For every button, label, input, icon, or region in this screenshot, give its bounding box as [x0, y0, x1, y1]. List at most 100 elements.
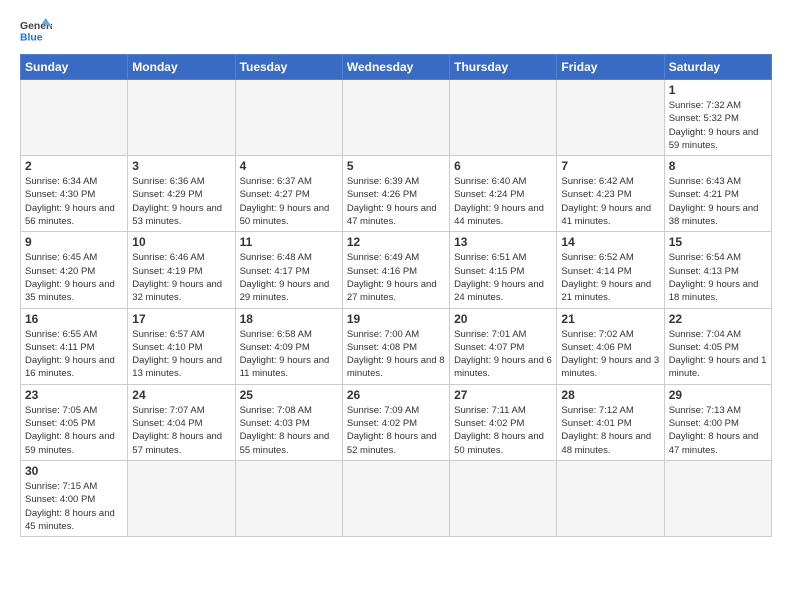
day-number: 2: [25, 159, 123, 173]
calendar-day-cell: [21, 80, 128, 156]
calendar-day-cell: 4 Sunrise: 6:37 AM Sunset: 4:27 PM Daylig…: [235, 156, 342, 232]
calendar-day-cell: [342, 460, 449, 536]
day-info: Sunrise: 7:13 AM Sunset: 4:00 PM Dayligh…: [669, 404, 767, 457]
day-info: Sunrise: 7:04 AM Sunset: 4:05 PM Dayligh…: [669, 328, 767, 381]
calendar-col-header: Saturday: [664, 55, 771, 80]
calendar-day-cell: 14 Sunrise: 6:52 AM Sunset: 4:14 PM Dayli…: [557, 232, 664, 308]
day-info: Sunrise: 6:48 AM Sunset: 4:17 PM Dayligh…: [240, 251, 338, 304]
day-number: 4: [240, 159, 338, 173]
day-info: Sunrise: 7:15 AM Sunset: 4:00 PM Dayligh…: [25, 480, 123, 533]
svg-text:Blue: Blue: [20, 32, 43, 43]
calendar-day-cell: 2 Sunrise: 6:34 AM Sunset: 4:30 PM Daylig…: [21, 156, 128, 232]
calendar-week-row: 1Sunrise: 7:32 AM Sunset: 5:32 PM Daylig…: [21, 80, 772, 156]
generalblue-logo-icon: General Blue: [20, 16, 52, 44]
day-number: 14: [561, 235, 659, 249]
day-number: 25: [240, 388, 338, 402]
calendar-day-cell: 11Sunrise: 6:48 AM Sunset: 4:17 PM Dayli…: [235, 232, 342, 308]
day-info: Sunrise: 6:39 AM Sunset: 4:26 PM Dayligh…: [347, 175, 445, 228]
calendar-day-cell: 15 Sunrise: 6:54 AM Sunset: 4:13 PM Dayli…: [664, 232, 771, 308]
calendar-day-cell: [128, 80, 235, 156]
calendar-day-cell: 22 Sunrise: 7:04 AM Sunset: 4:05 PM Dayli…: [664, 308, 771, 384]
day-info: Sunrise: 7:00 AM Sunset: 4:08 PM Dayligh…: [347, 328, 445, 381]
calendar-col-header: Tuesday: [235, 55, 342, 80]
day-number: 5: [347, 159, 445, 173]
calendar-day-cell: 12Sunrise: 6:49 AM Sunset: 4:16 PM Dayli…: [342, 232, 449, 308]
calendar-week-row: 16Sunrise: 6:55 AM Sunset: 4:11 PM Dayli…: [21, 308, 772, 384]
calendar-header-row: SundayMondayTuesdayWednesdayThursdayFrid…: [21, 55, 772, 80]
day-info: Sunrise: 7:11 AM Sunset: 4:02 PM Dayligh…: [454, 404, 552, 457]
day-info: Sunrise: 6:36 AM Sunset: 4:29 PM Dayligh…: [132, 175, 230, 228]
calendar-day-cell: 19 Sunrise: 7:00 AM Sunset: 4:08 PM Dayli…: [342, 308, 449, 384]
day-number: 22: [669, 312, 767, 326]
calendar-day-cell: 8 Sunrise: 6:43 AM Sunset: 4:21 PM Daylig…: [664, 156, 771, 232]
day-number: 19: [347, 312, 445, 326]
calendar-day-cell: 3 Sunrise: 6:36 AM Sunset: 4:29 PM Daylig…: [128, 156, 235, 232]
day-info: Sunrise: 7:32 AM Sunset: 5:32 PM Dayligh…: [669, 99, 767, 152]
calendar-day-cell: [664, 460, 771, 536]
day-number: 24: [132, 388, 230, 402]
day-number: 21: [561, 312, 659, 326]
calendar-day-cell: [557, 460, 664, 536]
day-info: Sunrise: 7:08 AM Sunset: 4:03 PM Dayligh…: [240, 404, 338, 457]
calendar-day-cell: 7Sunrise: 6:42 AM Sunset: 4:23 PM Daylig…: [557, 156, 664, 232]
calendar-day-cell: 18Sunrise: 6:58 AM Sunset: 4:09 PM Dayli…: [235, 308, 342, 384]
calendar-table: SundayMondayTuesdayWednesdayThursdayFrid…: [20, 54, 772, 537]
calendar-day-cell: 25 Sunrise: 7:08 AM Sunset: 4:03 PM Dayli…: [235, 384, 342, 460]
calendar-day-cell: [128, 460, 235, 536]
calendar-day-cell: 24 Sunrise: 7:07 AM Sunset: 4:04 PM Dayli…: [128, 384, 235, 460]
day-number: 6: [454, 159, 552, 173]
calendar-col-header: Thursday: [450, 55, 557, 80]
calendar-day-cell: [235, 460, 342, 536]
page: General Blue SundayMondayTuesdayWednesda…: [0, 0, 792, 612]
calendar-week-row: 23Sunrise: 7:05 AM Sunset: 4:05 PM Dayli…: [21, 384, 772, 460]
calendar-week-row: 9Sunrise: 6:45 AM Sunset: 4:20 PM Daylig…: [21, 232, 772, 308]
day-info: Sunrise: 7:07 AM Sunset: 4:04 PM Dayligh…: [132, 404, 230, 457]
calendar-day-cell: 20 Sunrise: 7:01 AM Sunset: 4:07 PM Dayli…: [450, 308, 557, 384]
calendar-col-header: Friday: [557, 55, 664, 80]
calendar-col-header: Sunday: [21, 55, 128, 80]
day-info: Sunrise: 6:45 AM Sunset: 4:20 PM Dayligh…: [25, 251, 123, 304]
day-info: Sunrise: 6:40 AM Sunset: 4:24 PM Dayligh…: [454, 175, 552, 228]
calendar-day-cell: [557, 80, 664, 156]
day-number: 8: [669, 159, 767, 173]
calendar-day-cell: 13Sunrise: 6:51 AM Sunset: 4:15 PM Dayli…: [450, 232, 557, 308]
day-number: 27: [454, 388, 552, 402]
calendar-day-cell: 30 Sunrise: 7:15 AM Sunset: 4:00 PM Dayli…: [21, 460, 128, 536]
day-number: 20: [454, 312, 552, 326]
day-number: 13: [454, 235, 552, 249]
day-info: Sunrise: 6:37 AM Sunset: 4:27 PM Dayligh…: [240, 175, 338, 228]
calendar-day-cell: 9Sunrise: 6:45 AM Sunset: 4:20 PM Daylig…: [21, 232, 128, 308]
day-number: 26: [347, 388, 445, 402]
calendar-col-header: Monday: [128, 55, 235, 80]
day-number: 7: [561, 159, 659, 173]
calendar-day-cell: 21 Sunrise: 7:02 AM Sunset: 4:06 PM Dayli…: [557, 308, 664, 384]
day-number: 10: [132, 235, 230, 249]
day-number: 17: [132, 312, 230, 326]
day-info: Sunrise: 6:43 AM Sunset: 4:21 PM Dayligh…: [669, 175, 767, 228]
calendar-day-cell: 10Sunrise: 6:46 AM Sunset: 4:19 PM Dayli…: [128, 232, 235, 308]
day-number: 16: [25, 312, 123, 326]
day-info: Sunrise: 7:01 AM Sunset: 4:07 PM Dayligh…: [454, 328, 552, 381]
day-info: Sunrise: 6:34 AM Sunset: 4:30 PM Dayligh…: [25, 175, 123, 228]
day-number: 30: [25, 464, 123, 478]
calendar-day-cell: [342, 80, 449, 156]
day-info: Sunrise: 6:54 AM Sunset: 4:13 PM Dayligh…: [669, 251, 767, 304]
day-info: Sunrise: 7:09 AM Sunset: 4:02 PM Dayligh…: [347, 404, 445, 457]
calendar-day-cell: 6 Sunrise: 6:40 AM Sunset: 4:24 PM Daylig…: [450, 156, 557, 232]
calendar-day-cell: 28 Sunrise: 7:12 AM Sunset: 4:01 PM Dayli…: [557, 384, 664, 460]
calendar-day-cell: [235, 80, 342, 156]
day-number: 18: [240, 312, 338, 326]
calendar-day-cell: 27 Sunrise: 7:11 AM Sunset: 4:02 PM Dayli…: [450, 384, 557, 460]
day-number: 28: [561, 388, 659, 402]
day-info: Sunrise: 6:57 AM Sunset: 4:10 PM Dayligh…: [132, 328, 230, 381]
day-info: Sunrise: 7:12 AM Sunset: 4:01 PM Dayligh…: [561, 404, 659, 457]
day-number: 15: [669, 235, 767, 249]
calendar-day-cell: 23Sunrise: 7:05 AM Sunset: 4:05 PM Dayli…: [21, 384, 128, 460]
day-number: 12: [347, 235, 445, 249]
day-info: Sunrise: 6:52 AM Sunset: 4:14 PM Dayligh…: [561, 251, 659, 304]
day-number: 3: [132, 159, 230, 173]
calendar-week-row: 2 Sunrise: 6:34 AM Sunset: 4:30 PM Daylig…: [21, 156, 772, 232]
calendar-day-cell: [450, 460, 557, 536]
logo: General Blue: [20, 16, 52, 44]
day-info: Sunrise: 7:02 AM Sunset: 4:06 PM Dayligh…: [561, 328, 659, 381]
